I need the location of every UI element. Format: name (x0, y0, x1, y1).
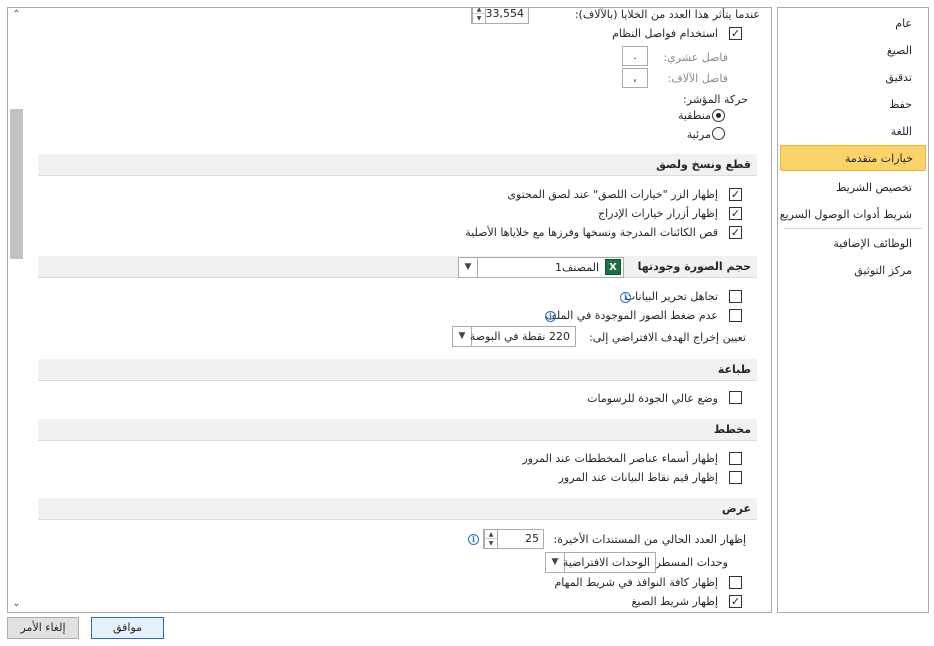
cells-warning-label: عندما يتأثر هذا العدد من الخلايا (بالآلا… (574, 8, 760, 21)
nav-divider (784, 228, 922, 229)
image-size-section: حجم الصورة وجودتها (38, 256, 757, 278)
use-system-separators-checkbox[interactable]: ✓ (729, 27, 742, 40)
image-size-title: حجم الصورة وجودتها (637, 260, 751, 273)
spin-up-icon[interactable]: ▲ (485, 530, 497, 539)
cut-copy-paste-section: قطع ونسخ ولصق (38, 154, 757, 176)
cut-copy-sort-checkbox[interactable]: ✓ (729, 226, 742, 239)
thousands-separator-input[interactable]: , (622, 68, 648, 88)
scroll-up-icon[interactable]: ⌃ (10, 8, 23, 21)
recent-docs-spinner[interactable]: ▲ ▼ (484, 529, 498, 549)
chart-section: مخطط (38, 419, 757, 441)
workbook-dropdown[interactable]: ▼ X المصنف1 (458, 257, 624, 278)
show-insert-options-label: إظهار أزرار خيارات الإدراج (598, 207, 718, 220)
ruler-units-label: وحدات المسطرة (649, 556, 728, 569)
nav-item-proofing[interactable]: تدقيق (778, 65, 928, 91)
ruler-units-dropdown[interactable]: ▼ الوحدات الافتراضية (545, 552, 656, 573)
print-title: طباعة (717, 363, 751, 376)
cursor-visual-radio[interactable] (712, 127, 725, 140)
nav-item-quick-access-toolbar[interactable]: شريط أدوات الوصول السريع (778, 202, 928, 228)
show-formula-bar-checkbox[interactable]: ✓ (729, 595, 742, 608)
decimal-separator-input[interactable]: . (622, 46, 648, 66)
ok-button[interactable]: موافق (91, 617, 164, 639)
scroll-down-icon[interactable]: ⌄ (10, 597, 23, 610)
workbook-name: المصنف1 (554, 261, 599, 274)
cursor-logical-radio[interactable] (712, 109, 725, 122)
scrollbar-thumb[interactable] (10, 109, 23, 259)
default-output-value: 220 نقطة في البوصة (469, 330, 570, 343)
nav-item-language[interactable]: اللغة (778, 119, 928, 145)
show-insert-options-checkbox[interactable]: ✓ (729, 207, 742, 220)
nav-item-general[interactable]: عام (778, 11, 928, 37)
nav-item-customize-ribbon[interactable]: تخصيص الشريط (778, 175, 928, 201)
nav-item-advanced[interactable]: خيارات متقدمة (780, 145, 926, 171)
spin-down-icon[interactable]: ▼ (485, 539, 497, 548)
options-panel: ⌃ ⌄ عندما يتأثر هذا العدد من الخلايا (با… (7, 7, 772, 613)
nav-item-save[interactable]: حفظ (778, 92, 928, 118)
discard-editing-label: تجاهل تحرير البيانات (624, 290, 718, 303)
cursor-movement-label: حركة المؤشر: (683, 93, 748, 106)
info-icon[interactable]: i (545, 311, 556, 322)
cursor-logical-label: منطقية (677, 109, 711, 122)
show-formula-bar-label: إظهار شريط الصيغ (631, 595, 718, 608)
vertical-scrollbar[interactable]: ⌃ ⌄ (8, 8, 25, 612)
show-paste-options-label: إظهار الزر "خيارات اللصق" عند لصق المحتو… (507, 188, 718, 201)
spin-down-icon[interactable]: ▼ (473, 14, 485, 23)
nav-item-formulas[interactable]: الصيغ (778, 38, 928, 64)
info-icon[interactable]: i (620, 292, 631, 303)
display-section: عرض (38, 498, 757, 520)
show-chart-names-checkbox[interactable] (729, 452, 742, 465)
no-compress-label: عدم ضغط الصور الموجودة في الملف (545, 309, 718, 322)
spin-up-icon[interactable]: ▲ (473, 8, 485, 14)
decimal-separator-label: فاصل عشري: (663, 51, 728, 64)
cells-warning-spinner[interactable]: ▲ ▼ (472, 8, 486, 24)
cursor-visual-label: مرئية (686, 128, 711, 141)
excel-icon: X (605, 259, 621, 275)
show-data-values-label: إظهار قيم نقاط البيانات عند المرور (558, 471, 718, 484)
thousands-separator-label: فاصل الآلاف: (667, 72, 729, 85)
high-quality-graphics-checkbox[interactable] (729, 391, 742, 404)
nav-item-addins[interactable]: الوظائف الإضافية (778, 231, 928, 257)
cut-copy-paste-title: قطع ونسخ ولصق (656, 158, 751, 171)
recent-docs-label: إظهار العدد الحالي من المستندات الأخيرة: (553, 533, 746, 546)
show-data-values-checkbox[interactable] (729, 471, 742, 484)
show-all-windows-checkbox[interactable] (729, 576, 742, 589)
show-chart-names-label: إظهار أسماء عناصر المخططات عند المرور (522, 452, 718, 465)
no-compress-checkbox[interactable] (729, 309, 742, 322)
use-system-separators-label: استخدام فواصل النظام (612, 27, 718, 40)
display-title: عرض (721, 502, 751, 515)
nav-item-trust-center[interactable]: مركز التوثيق (778, 258, 928, 284)
discard-editing-checkbox[interactable] (729, 290, 742, 303)
cancel-button[interactable]: إلغاء الأمر (7, 617, 79, 639)
info-icon[interactable]: i (468, 534, 479, 545)
default-output-label: تعيين إخراج الهدف الافتراضي إلى: (589, 331, 746, 344)
options-navigation: عام الصيغ تدقيق حفظ اللغة خيارات متقدمة … (777, 7, 929, 613)
show-paste-options-checkbox[interactable]: ✓ (729, 188, 742, 201)
print-section: طباعة (38, 359, 757, 381)
default-output-dropdown[interactable]: ▼ 220 نقطة في البوصة (452, 326, 576, 347)
cut-copy-sort-label: قص الكائنات المدرجة ونسخها وفرزها مع خلا… (465, 226, 718, 239)
show-all-windows-label: إظهار كافة النوافذ في شريط المهام (554, 576, 719, 589)
chevron-down-icon[interactable]: ▼ (459, 258, 478, 277)
high-quality-graphics-label: وضع عالي الجودة للرسومات (587, 392, 718, 405)
chart-title: مخطط (713, 423, 751, 436)
ruler-units-value: الوحدات الافتراضية (562, 556, 650, 569)
options-content: عندما يتأثر هذا العدد من الخلايا (بالآلا… (26, 8, 771, 612)
